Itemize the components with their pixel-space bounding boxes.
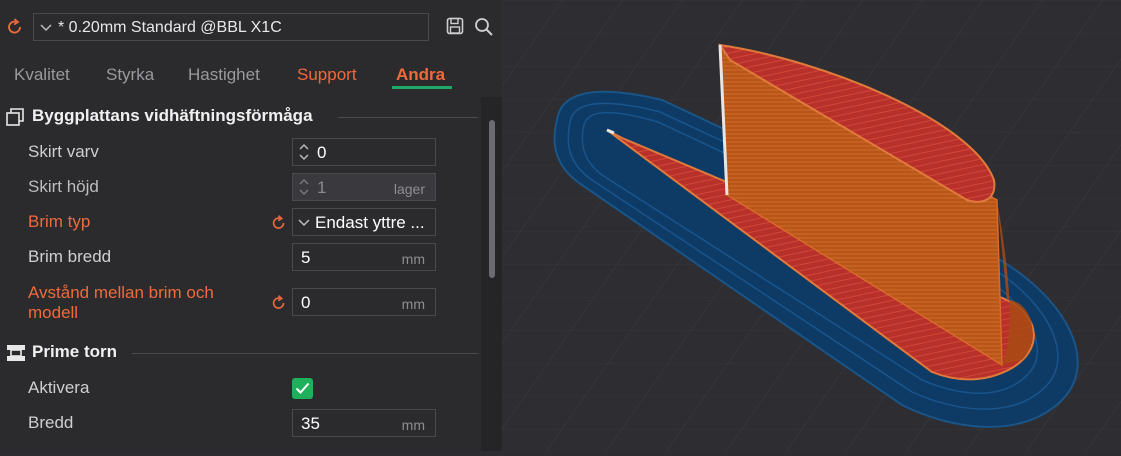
chevron-down-icon	[298, 219, 310, 227]
enable-prime-tower-checkbox[interactable]	[292, 378, 313, 399]
setting-row-brim-type: Brim typ Endast yttre ...	[0, 205, 478, 239]
field-unit: mm	[401, 417, 425, 433]
scrollbar-thumb[interactable]	[489, 120, 495, 278]
setting-label: Brim typ	[28, 212, 91, 231]
setting-row-prime-tower-width: Bredd 35 mm	[0, 406, 478, 440]
tab-kvalitet[interactable]: Kvalitet	[14, 65, 70, 85]
active-tab-indicator	[392, 86, 452, 89]
preset-bar: * 0.20mm Standard @BBL X1C	[0, 0, 502, 56]
section-divider	[338, 117, 478, 118]
setting-row-skirt-loops: Skirt varv 0	[0, 135, 478, 169]
skirt-height-input: 1 lager	[292, 173, 436, 201]
field-value: 0	[317, 143, 327, 162]
tab-andra[interactable]: Andra	[396, 65, 445, 85]
setting-label: Avstånd mellan brim och modell	[28, 283, 214, 323]
field-value: 1	[317, 178, 327, 197]
field-unit: mm	[401, 296, 425, 312]
setting-label: Skirt höjd	[28, 177, 99, 196]
prime-tower-icon	[7, 345, 25, 361]
setting-label-line: modell	[28, 303, 79, 322]
setting-row-skirt-height: Skirt höjd 1 lager	[0, 170, 478, 204]
spin-arrows-icon[interactable]	[298, 143, 310, 161]
setting-label: Brim bredd	[28, 247, 112, 266]
chevron-down-icon	[40, 24, 52, 32]
brim-object-gap-input[interactable]: 0 mm	[292, 288, 436, 316]
skirt-loops-input[interactable]: 0	[292, 138, 436, 166]
setting-row-brim-object-gap: Avstånd mellan brim och modell 0 mm	[0, 283, 478, 322]
section-header-prime-tower: Prime torn	[0, 336, 478, 368]
reset-icon[interactable]	[270, 214, 288, 232]
tab-hastighet[interactable]: Hastighet	[188, 65, 260, 85]
preset-dropdown[interactable]: * 0.20mm Standard @BBL X1C	[33, 13, 429, 41]
3d-viewport[interactable]	[502, 0, 1121, 451]
section-title: Byggplattans vidhäftningsförmåga	[32, 106, 313, 125]
viewport-canvas[interactable]	[502, 0, 1121, 451]
setting-label: Bredd	[28, 413, 74, 432]
setting-row-brim-width: Brim bredd 5 mm	[0, 240, 478, 274]
section-title: Prime torn	[32, 342, 118, 361]
settings-tabs: Kvalitet Styrka Hastighet Support Andra	[0, 60, 502, 92]
brim-width-input[interactable]: 5 mm	[292, 243, 436, 271]
setting-row-enable-prime-tower: Aktivera	[0, 371, 478, 405]
section-divider	[132, 353, 478, 354]
layers-icon	[6, 108, 24, 126]
field-value: 5	[301, 248, 311, 267]
brim-type-dropdown[interactable]: Endast yttre ...	[292, 208, 436, 236]
reset-icon[interactable]	[5, 17, 25, 37]
spin-arrows-icon	[299, 179, 309, 195]
preset-name: * 0.20mm Standard @BBL X1C	[58, 19, 282, 36]
tab-styrka[interactable]: Styrka	[106, 65, 154, 85]
section-header-bed-adhesion: Byggplattans vidhäftningsförmåga	[0, 100, 478, 132]
checkmark-icon	[295, 382, 310, 394]
prime-tower-width-input[interactable]: 35 mm	[292, 409, 436, 437]
settings-panel: * 0.20mm Standard @BBL X1C Kvalitet Styr…	[0, 0, 502, 451]
field-unit: mm	[401, 251, 425, 267]
setting-label-line: Avstånd mellan brim och	[28, 283, 214, 302]
field-value: 35	[301, 414, 320, 433]
reset-icon[interactable]	[270, 294, 288, 312]
save-icon[interactable]	[446, 17, 464, 35]
setting-label: Aktivera	[28, 378, 90, 397]
tab-support[interactable]: Support	[297, 65, 357, 85]
field-value: 0	[301, 293, 311, 312]
field-value: Endast yttre ...	[315, 213, 425, 232]
field-unit: lager	[393, 181, 425, 197]
settings-content: Byggplattans vidhäftningsförmåga Skirt v…	[0, 97, 478, 451]
setting-label: Skirt varv	[28, 142, 99, 161]
search-icon[interactable]	[474, 17, 494, 37]
